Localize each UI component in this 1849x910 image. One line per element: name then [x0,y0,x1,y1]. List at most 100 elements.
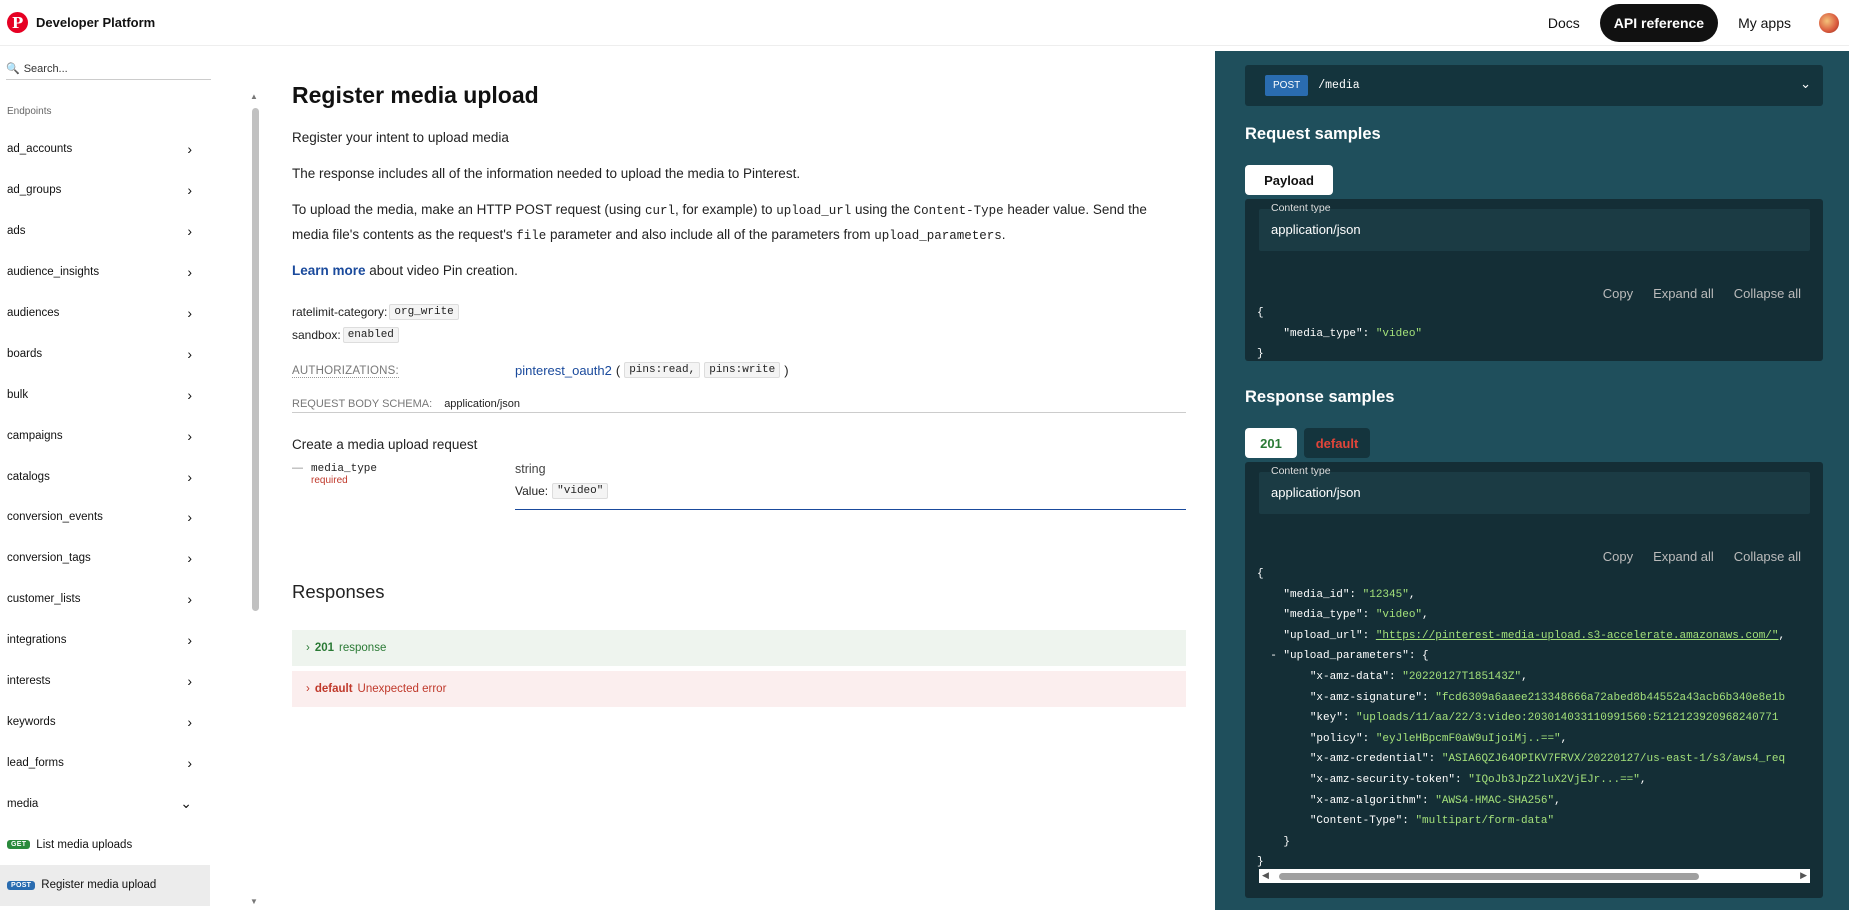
field-description: string Value: "video" [515,462,1186,510]
oauth-link[interactable]: pinterest_oauth2 [515,363,612,378]
copy-button[interactable]: Copy [1603,286,1633,301]
content-type-field: Content type application/json [1259,202,1810,251]
code-line: } [1283,835,1291,848]
pinterest-logo-icon[interactable]: P [7,12,28,33]
response-default[interactable]: › default Unexpected error [292,671,1186,707]
chevron-right-icon: › [187,713,192,730]
sidebar-item-label: lead_forms [7,756,64,769]
sidebar-subitem-list-media-uploads[interactable]: GET List media uploads [0,824,210,865]
chevron-right-icon: › [306,683,310,695]
learn-more-text: Learn more about video Pin creation. [292,263,518,278]
sidebar-item-campaigns[interactable]: campaigns › [0,415,210,456]
sidebar-item-bulk[interactable]: bulk › [0,374,210,415]
code-line: "x-amz-credential": "ASIA6QZJ64OPIKV7FRV… [1309,753,1786,766]
sidebar-item-label: customer_lists [7,593,81,606]
expand-all-button[interactable]: Expand all [1653,549,1714,564]
page-title: Register media upload [292,82,539,108]
brand[interactable]: P Developer Platform [7,12,155,33]
chevron-right-icon: › [187,427,192,444]
scroll-down-arrow-icon[interactable]: ▼ [250,897,258,906]
chevron-right-icon: › [306,642,310,654]
chevron-right-icon: › [187,345,192,362]
required-label: required [311,475,348,486]
nav-docs[interactable]: Docs [1534,5,1594,41]
chevron-right-icon: › [187,468,192,485]
sidebar-list: Endpoints ad_accounts › ad_groups › ads › audi… [0,106,210,906]
code-tools: Copy Expand all Collapse all [1603,286,1801,301]
code-line: "policy": "eyJleHBpcmF0aW9uIjoiMj..==", [1309,732,1568,745]
scope-chip: pins:write [704,362,781,378]
sidebar-item-interests[interactable]: interests › [0,661,210,702]
code-line: "upload_url": "https://pinterest-media-u… [1283,629,1786,642]
expand-all-button[interactable]: Expand all [1653,286,1714,301]
sidebar-item-ad-groups[interactable]: ad_groups › [0,170,210,211]
chevron-right-icon: › [187,673,192,690]
top-bar: P Developer Platform Docs API reference … [0,0,1849,46]
search-input[interactable]: Search... [24,63,68,75]
sidebar-item-keywords[interactable]: keywords › [0,701,210,742]
chevron-down-icon: ⌄ [1800,76,1811,91]
chevron-right-icon: › [187,182,192,199]
request-code-box: Content type application/json Copy Expan… [1245,199,1823,361]
nav-my-apps[interactable]: My apps [1724,5,1805,41]
sidebar-item-label: campaigns [7,429,63,442]
code-line: "x-amz-signature": "fcd6309a6aaee2133486… [1309,691,1786,704]
code-line: "media_type": "video", [1283,609,1429,622]
tab-payload[interactable]: Payload [1245,165,1333,195]
field-value-chip: "video" [552,483,609,499]
sidebar-item-audiences[interactable]: audiences › [0,293,210,334]
tab-201[interactable]: 201 [1245,428,1297,458]
sidebar: 🔍 Search... Endpoints ad_accounts › ad_gro… [0,46,222,910]
sidebar-item-label: interests [7,675,51,688]
search-box[interactable]: 🔍 Search... [6,58,211,80]
sidebar-item-catalogs[interactable]: catalogs › [0,456,210,497]
sidebar-item-audience-insights[interactable]: audience_insights › [0,252,210,293]
code-line: "Content-Type": "multipart/form-data" [1309,815,1555,828]
sidebar-subitem-register-media-upload[interactable]: POST Register media upload [0,865,210,906]
avatar[interactable] [1819,12,1839,33]
sidebar-item-media[interactable]: media ⌄ [0,783,210,824]
ratelimit-row: ratelimit-category: org_write [292,304,459,320]
sidebar-item-integrations[interactable]: integrations › [0,620,210,661]
scroll-left-arrow-icon[interactable]: ◀ [1262,870,1269,881]
sidebar-item-conversion-tags[interactable]: conversion_tags › [0,538,210,579]
sidebar-item-conversion-events[interactable]: conversion_events › [0,497,210,538]
sidebar-item-lead-forms[interactable]: lead_forms › [0,742,210,783]
chevron-right-icon: › [187,754,192,771]
field-media-type: — media_type required string Value: "vid… [292,462,1186,510]
copy-button[interactable]: Copy [1603,549,1633,564]
sidebar-item-ad-accounts[interactable]: ad_accounts › [0,129,210,170]
code-line: "x-amz-algorithm": "AWS4-HMAC-SHA256", [1309,794,1561,807]
response-201[interactable]: › 201 response [292,630,1186,666]
tab-default[interactable]: default [1304,428,1370,458]
chevron-right-icon: › [187,223,192,240]
authorizations-label: AUTHORIZATIONS: [292,365,399,378]
sidebar-item-label: audience_insights [7,266,100,279]
search-icon: 🔍 [6,63,20,75]
sidebar-item-boards[interactable]: boards › [0,333,210,374]
chevron-right-icon: › [187,141,192,158]
method-badge: POST [1265,75,1309,96]
method-badge: POST [7,880,36,890]
collapse-all-button[interactable]: Collapse all [1734,286,1801,301]
scrollbar-thumb[interactable] [1279,873,1699,880]
sidebar-item-ads[interactable]: ads › [0,211,210,252]
description-text: The response includes all of the informa… [292,166,801,181]
scroll-right-arrow-icon[interactable]: ▶ [1800,870,1807,881]
sidebar-item-customer-lists[interactable]: customer_lists › [0,579,210,620]
learn-more-link[interactable]: Learn more [292,263,366,278]
scroll-up-arrow-icon[interactable]: ▲ [250,92,258,101]
sandbox-chip: enabled [342,327,399,343]
sidebar-scrollbar[interactable] [252,108,259,611]
tree-branch-icon: — [292,462,303,474]
code-line: { [1257,568,1264,580]
top-nav: Docs API reference My apps [1534,3,1839,42]
endpoint-selector[interactable]: POST /media ⌄ [1245,65,1823,106]
code-horizontal-scrollbar[interactable]: ◀ ▶ [1259,869,1810,883]
collapse-all-button[interactable]: Collapse all [1734,549,1801,564]
sidebar-item-label: boards [7,347,43,360]
sidebar-item-label: catalogs [7,470,50,483]
sidebar-item-label: conversion_tags [7,552,91,565]
nav-api-reference[interactable]: API reference [1599,3,1719,42]
samples-panel: POST /media ⌄ Request samples Payload Co… [1215,51,1849,910]
